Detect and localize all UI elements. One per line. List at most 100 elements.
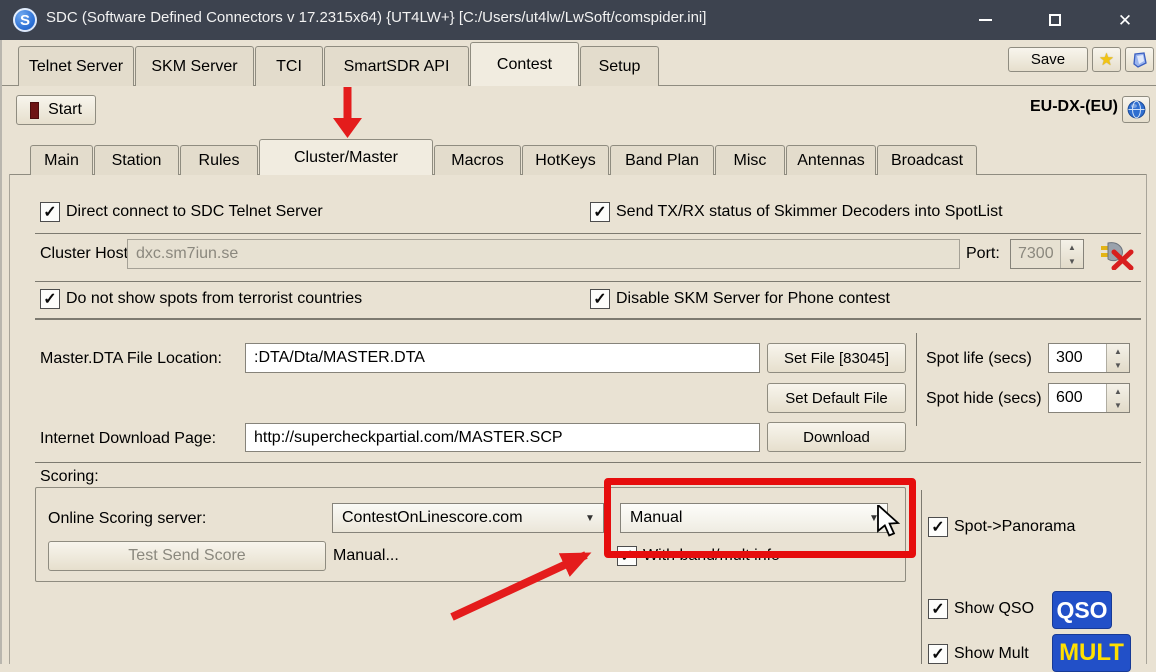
close-button[interactable]: ✕ bbox=[1096, 0, 1154, 40]
subtab-label: Misc bbox=[734, 152, 767, 170]
subtab-station[interactable]: Station bbox=[94, 145, 179, 175]
subtab-label: Antennas bbox=[797, 152, 865, 170]
subtab-antennas[interactable]: Antennas bbox=[786, 145, 876, 175]
subtab-label: Band Plan bbox=[625, 152, 699, 170]
separator bbox=[35, 318, 1141, 320]
tab-label: Telnet Server bbox=[29, 58, 123, 76]
spin-down-icon[interactable]: ▼ bbox=[1107, 358, 1129, 372]
subtab-rules[interactable]: Rules bbox=[180, 145, 258, 175]
separator bbox=[35, 281, 1141, 282]
spot-life-spinner[interactable]: 300 ▲▼ bbox=[1048, 343, 1130, 373]
minimize-icon bbox=[979, 19, 992, 21]
spin-up-icon[interactable]: ▲ bbox=[1107, 384, 1129, 398]
subtab-label: Broadcast bbox=[891, 152, 963, 170]
test-send-score-button[interactable]: Test Send Score bbox=[48, 541, 326, 571]
check-icon: ✓ bbox=[931, 644, 944, 664]
tab-label: Contest bbox=[497, 56, 552, 74]
tab-smartsdr-api[interactable]: SmartSDR API bbox=[324, 46, 469, 86]
checkbox-send-txrx[interactable]: ✓ bbox=[590, 202, 610, 222]
check-icon: ✓ bbox=[43, 289, 56, 309]
cluster-host-input[interactable] bbox=[127, 239, 960, 269]
favorites-button[interactable]: ★ bbox=[1092, 47, 1121, 72]
spinner-arrows[interactable]: ▲▼ bbox=[1106, 384, 1129, 412]
maximize-button[interactable] bbox=[1026, 0, 1084, 40]
close-icon: ✕ bbox=[1118, 12, 1132, 29]
set-default-file-button[interactable]: Set Default File bbox=[767, 383, 906, 413]
cluster-host-label: Cluster Host: bbox=[40, 245, 132, 263]
checkbox-send-txrx-label: Send TX/RX status of Skimmer Decoders in… bbox=[616, 203, 1003, 221]
download-button[interactable]: Download bbox=[767, 422, 906, 452]
subtab-label: Main bbox=[44, 152, 79, 170]
tab-label: SmartSDR API bbox=[344, 58, 450, 76]
subtab-band-plan[interactable]: Band Plan bbox=[610, 145, 714, 175]
separator-vertical bbox=[916, 333, 917, 426]
internet-page-input[interactable] bbox=[245, 423, 760, 452]
subtab-misc[interactable]: Misc bbox=[715, 145, 785, 175]
start-stop-icon bbox=[30, 102, 39, 119]
checkbox-show-mult[interactable]: ✓ bbox=[928, 644, 948, 664]
annotation-arrow-combo bbox=[438, 533, 630, 631]
tab-telnet-server[interactable]: Telnet Server bbox=[18, 46, 134, 86]
check-icon: ✓ bbox=[931, 599, 944, 619]
spot-hide-spinner[interactable]: 600 ▲▼ bbox=[1048, 383, 1130, 413]
online-scoring-server-label: Online Scoring server: bbox=[48, 510, 206, 528]
mult-badge-label: MULT bbox=[1059, 639, 1124, 667]
qso-badge[interactable]: QSO bbox=[1052, 591, 1112, 629]
chevron-down-icon: ▼ bbox=[577, 513, 603, 524]
spinner-arrows[interactable]: ▲▼ bbox=[1106, 344, 1129, 372]
port-label: Port: bbox=[966, 245, 1000, 263]
scoring-server-combo[interactable]: ContestOnLinescore.com ▼ bbox=[332, 503, 604, 533]
subtab-label: Cluster/Master bbox=[294, 149, 398, 167]
master-dta-input[interactable] bbox=[245, 343, 760, 373]
content-frame-left bbox=[9, 174, 10, 664]
tab-contest[interactable]: Contest bbox=[470, 42, 579, 86]
subtab-label: Macros bbox=[451, 152, 503, 170]
globe-button[interactable] bbox=[1122, 96, 1150, 123]
separator bbox=[35, 233, 1141, 234]
qso-badge-label: QSO bbox=[1056, 597, 1107, 624]
tab-tci[interactable]: TCI bbox=[255, 46, 323, 86]
checkbox-no-terrorist-spots[interactable]: ✓ bbox=[40, 289, 60, 309]
star-icon: ★ bbox=[1099, 50, 1114, 70]
download-button-label: Download bbox=[803, 429, 870, 446]
spin-down-icon[interactable]: ▼ bbox=[1107, 398, 1129, 412]
disconnect-icon[interactable] bbox=[1098, 240, 1136, 270]
test-send-score-label: Test Send Score bbox=[128, 547, 245, 565]
check-icon: ✓ bbox=[931, 517, 944, 537]
app-icon: S bbox=[13, 8, 37, 32]
check-icon: ✓ bbox=[593, 202, 606, 222]
checkbox-disable-skm-phone[interactable]: ✓ bbox=[590, 289, 610, 309]
subtab-macros[interactable]: Macros bbox=[434, 145, 521, 175]
subtab-main[interactable]: Main bbox=[30, 145, 93, 175]
subtab-label: HotKeys bbox=[535, 152, 595, 170]
spinner-arrows[interactable]: ▲▼ bbox=[1060, 240, 1083, 268]
checkbox-no-terrorist-spots-label: Do not show spots from terrorist countri… bbox=[66, 290, 362, 308]
save-button[interactable]: Save bbox=[1008, 47, 1088, 72]
internet-page-label: Internet Download Page: bbox=[40, 430, 216, 448]
content-frame-right bbox=[1146, 174, 1147, 664]
spin-up-icon[interactable]: ▲ bbox=[1061, 240, 1083, 254]
subtab-broadcast[interactable]: Broadcast bbox=[877, 145, 977, 175]
window-title: SDC (Software Defined Connectors v 17.23… bbox=[46, 9, 706, 26]
logbook-button[interactable] bbox=[1125, 47, 1154, 72]
spin-up-icon[interactable]: ▲ bbox=[1107, 344, 1129, 358]
start-button[interactable]: Start bbox=[16, 95, 96, 125]
subtab-label: Station bbox=[112, 152, 162, 170]
checkbox-show-qso[interactable]: ✓ bbox=[928, 599, 948, 619]
mult-badge[interactable]: MULT bbox=[1052, 634, 1131, 672]
spin-down-icon[interactable]: ▼ bbox=[1061, 254, 1083, 268]
checkbox-direct-connect[interactable]: ✓ bbox=[40, 202, 60, 222]
maximize-icon bbox=[1049, 14, 1061, 26]
set-file-button[interactable]: Set File [83045] bbox=[767, 343, 906, 373]
spot-life-value: 300 bbox=[1049, 344, 1106, 372]
tab-skm-server[interactable]: SKM Server bbox=[135, 46, 254, 86]
subtab-hotkeys[interactable]: HotKeys bbox=[522, 145, 609, 175]
minimize-button[interactable] bbox=[956, 0, 1014, 40]
spot-life-label: Spot life (secs) bbox=[926, 350, 1032, 368]
checkbox-spot-panorama[interactable]: ✓ bbox=[928, 517, 948, 537]
port-spinner[interactable]: 7300 ▲▼ bbox=[1010, 239, 1084, 269]
subtab-cluster-master[interactable]: Cluster/Master bbox=[259, 139, 433, 175]
tab-setup[interactable]: Setup bbox=[580, 46, 659, 86]
set-file-button-label: Set File [83045] bbox=[784, 350, 889, 367]
separator bbox=[35, 462, 1141, 463]
